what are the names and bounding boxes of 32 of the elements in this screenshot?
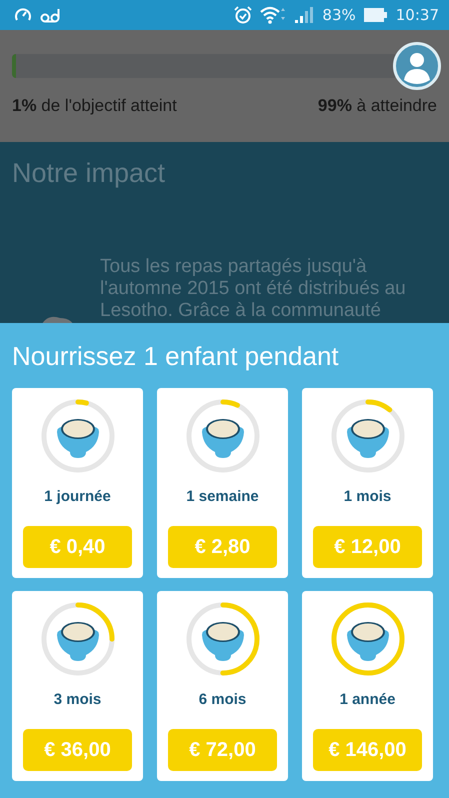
donation-card[interactable]: 1 journée € 0,40 (12, 388, 143, 578)
bowl-icon (346, 622, 388, 661)
donation-card[interactable]: 1 mois € 12,00 (302, 388, 433, 578)
bowl-icon (202, 622, 244, 661)
clock-time: 10:37 (396, 6, 439, 24)
voicemail-icon (40, 7, 60, 23)
impact-paragraph: Tous les repas partagés jusqu'à l'automne 2015 ont été distribués au Lesotho. Grâce à la communauté (100, 256, 407, 322)
bowl-icon (346, 419, 388, 458)
gauge-icon (14, 7, 32, 23)
battery-icon (364, 7, 388, 23)
duration-label: 1 mois (344, 488, 392, 505)
goal-remaining-text: 99% à atteindre (318, 96, 437, 116)
duration-label: 3 mois (54, 691, 102, 708)
sheet-title: Nourrissez 1 enfant pendant (12, 341, 340, 372)
duration-label: 1 journée (44, 488, 111, 505)
bowl-icon (56, 419, 98, 458)
wifi-icon (260, 6, 286, 24)
profile-avatar-icon[interactable] (393, 42, 441, 90)
bowl-icon (202, 419, 244, 458)
goal-reached-text: 1% de l'objectif atteint (12, 96, 177, 116)
donation-card[interactable]: 1 année € 146,00 (302, 591, 433, 781)
signal-icon (294, 6, 314, 24)
alarm-icon (234, 6, 252, 24)
bowl-icon (56, 622, 98, 661)
donation-card[interactable]: 1 semaine € 2,80 (157, 388, 288, 578)
duration-label: 1 année (340, 691, 396, 708)
section-title: Notre impact (12, 158, 166, 189)
donation-card[interactable]: 6 mois € 72,00 (157, 591, 288, 781)
donation-card[interactable]: 3 mois € 36,00 (12, 591, 143, 781)
duration-label: 1 semaine (186, 488, 259, 505)
battery-percent: 83% (322, 6, 356, 24)
duration-label: 6 mois (198, 691, 246, 708)
